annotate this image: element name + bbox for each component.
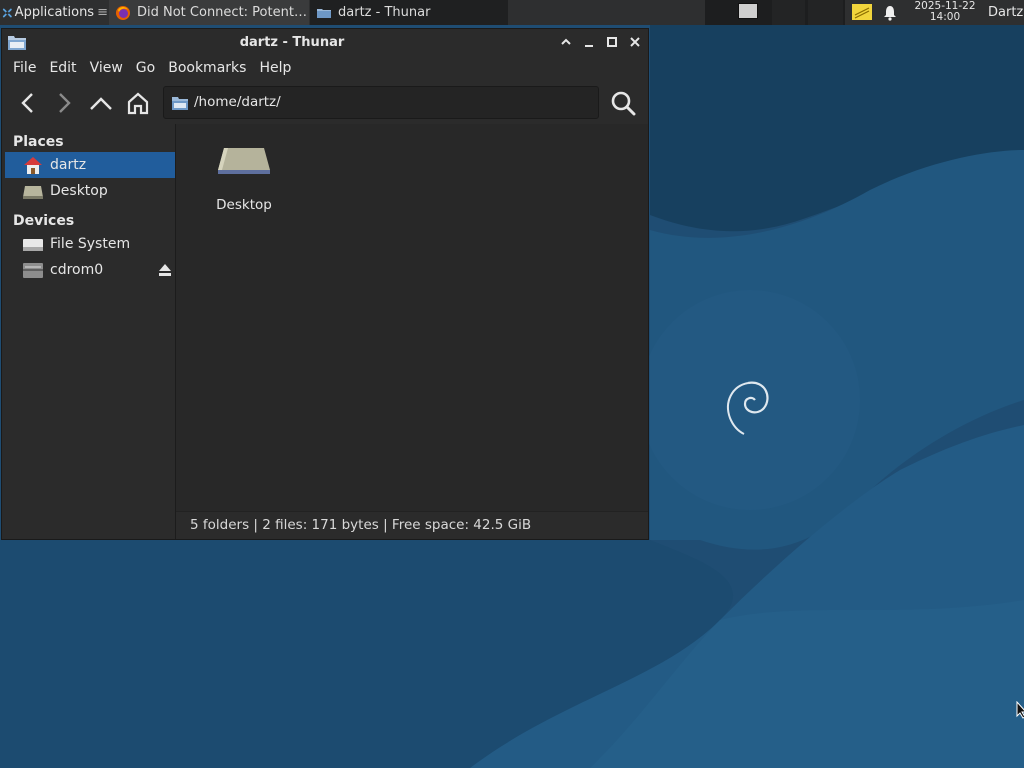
menu-bookmarks[interactable]: Bookmarks [163, 60, 254, 76]
thunar-window: dartz - Thunar File Edit View Go Bookmar… [1, 28, 649, 540]
menu-edit[interactable]: Edit [44, 60, 84, 76]
clock[interactable]: 2025-11-22 14:00 [906, 0, 984, 25]
window-title: dartz - Thunar [239, 35, 345, 50]
menu-separator-icon: ≡ [97, 5, 108, 20]
places-heading: Places [13, 134, 64, 150]
menu-go[interactable]: Go [131, 60, 163, 76]
menu-file[interactable]: File [2, 60, 44, 76]
file-item-desktop[interactable]: Desktop [200, 142, 288, 222]
sidebar-item-label: dartz [50, 157, 87, 173]
folder-icon [172, 97, 188, 110]
sidebar-item-desktop[interactable]: Desktop [5, 178, 175, 204]
up-icon[interactable] [89, 91, 113, 115]
show-desktop-button[interactable] [738, 3, 758, 19]
filesystem-drive-icon [23, 239, 43, 251]
task-label: dartz - Thunar [338, 5, 431, 20]
close-button[interactable] [628, 35, 642, 49]
status-bar: 5 folders | 2 files: 171 bytes | Free sp… [176, 511, 648, 539]
top-panel: Applications ≡ Did Not Connect: Potent… … [0, 0, 1024, 25]
back-icon[interactable] [16, 91, 40, 115]
shade-window-button[interactable] [559, 35, 573, 49]
home-icon [24, 157, 42, 174]
mouse-cursor-icon [1016, 701, 1024, 719]
home-icon[interactable] [126, 91, 150, 115]
sidebar-item-label: Desktop [50, 183, 108, 199]
file-view[interactable]: Desktop [176, 124, 648, 511]
sidebar-item-file-system[interactable]: File System [5, 231, 175, 257]
sidebar-item-dartz[interactable]: dartz [5, 152, 175, 178]
clock-time: 14:00 [929, 11, 961, 23]
sidebar-item-label: cdrom0 [50, 262, 104, 278]
notification-bell-icon[interactable] [882, 5, 898, 21]
minimize-button[interactable] [582, 35, 596, 49]
menu-help[interactable]: Help [254, 60, 299, 76]
task-button-firefox[interactable]: Did Not Connect: Potent… [109, 0, 309, 25]
window-titlebar[interactable]: dartz - Thunar [2, 29, 648, 56]
sidebar-item-label: File System [50, 236, 131, 252]
user-menu[interactable]: Dartz [988, 0, 1024, 25]
task-label: Did Not Connect: Potent… [137, 5, 307, 20]
eject-icon[interactable] [158, 263, 172, 277]
cdrom-drive-icon [23, 263, 43, 278]
sidebar-item-cdrom0[interactable]: cdrom0 [5, 257, 175, 283]
applications-label: Applications [14, 5, 95, 20]
toolbar: /home/dartz/ [2, 80, 648, 124]
devices-heading: Devices [13, 213, 75, 229]
firefox-icon [116, 5, 130, 20]
xfce-logo-icon [2, 8, 12, 17]
location-bar[interactable]: /home/dartz/ [163, 86, 599, 119]
folder-icon [317, 8, 331, 18]
forward-icon[interactable] [52, 91, 76, 115]
menu-bar: File Edit View Go Bookmarks Help [2, 56, 648, 80]
notes-icon[interactable] [852, 4, 872, 20]
desktop-drive-icon [23, 186, 43, 199]
workspace-3-button[interactable] [808, 0, 843, 25]
search-icon[interactable] [610, 90, 636, 116]
sidebar: Places dartz Desktop Devices File System [2, 124, 176, 539]
file-item-label: Desktop [216, 197, 272, 213]
maximize-button[interactable] [605, 35, 619, 49]
applications-menu-button[interactable]: Applications ≡ [0, 0, 108, 25]
menu-view[interactable]: View [85, 60, 131, 76]
task-button-thunar[interactable]: dartz - Thunar [310, 0, 508, 25]
workspace-2-button[interactable] [772, 0, 805, 25]
desktop-folder-icon [218, 148, 270, 174]
location-path: /home/dartz/ [194, 94, 281, 110]
